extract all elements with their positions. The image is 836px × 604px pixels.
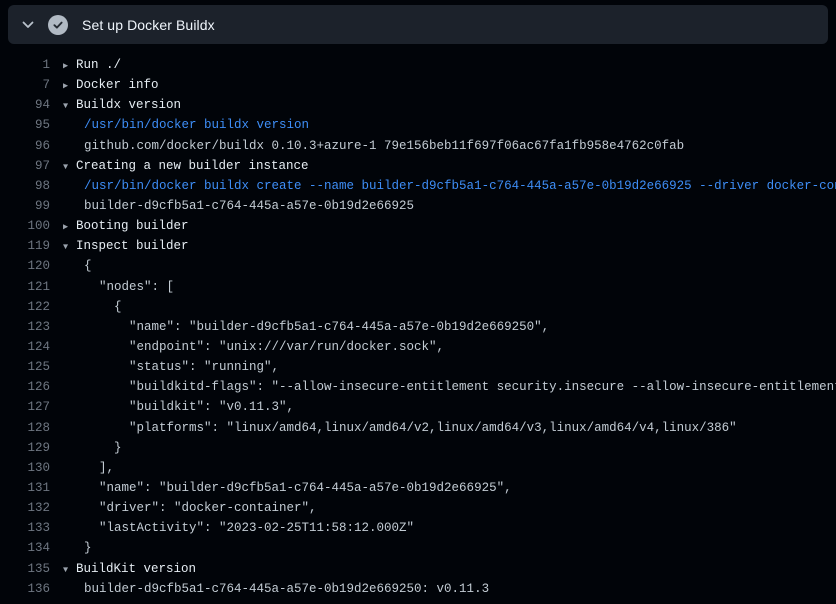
log-group-line[interactable]: 7 ▶ Docker info <box>0 75 836 95</box>
line-number[interactable]: 100 <box>0 216 50 236</box>
log-line-text: Booting builder <box>76 216 189 236</box>
log-line: 126 "buildkitd-flags": "--allow-insecure… <box>0 377 836 397</box>
log-line-text: "driver": "docker-container", <box>84 498 317 518</box>
log-line-text: Inspect builder <box>76 236 189 256</box>
step-title: Set up Docker Buildx <box>82 17 215 33</box>
triangle-collapsed-icon[interactable]: ▶ <box>63 56 76 76</box>
log-line-text: "endpoint": "unix:///var/run/docker.sock… <box>84 337 444 357</box>
log-line: 122 { <box>0 297 836 317</box>
log-line-text: "name": "builder-d9cfb5a1-c764-445a-a57e… <box>84 478 512 498</box>
triangle-collapsed-icon[interactable]: ▶ <box>63 217 76 237</box>
line-number[interactable]: 133 <box>0 518 50 538</box>
line-number[interactable]: 125 <box>0 357 50 377</box>
log-line: 123 "name": "builder-d9cfb5a1-c764-445a-… <box>0 317 836 337</box>
line-number[interactable]: 130 <box>0 458 50 478</box>
log-line-text: "status": "running", <box>84 357 279 377</box>
step-header[interactable]: Set up Docker Buildx <box>8 5 828 44</box>
chevron-down-icon[interactable] <box>20 17 36 33</box>
log-line: 136 builder-d9cfb5a1-c764-445a-a57e-0b19… <box>0 579 836 599</box>
line-number[interactable]: 129 <box>0 438 50 458</box>
triangle-collapsed-icon[interactable]: ▶ <box>63 76 76 96</box>
log-line-text: "lastActivity": "2023-02-25T11:58:12.000… <box>84 518 414 538</box>
line-number[interactable]: 134 <box>0 538 50 558</box>
log-line: 129 } <box>0 438 836 458</box>
log-line: 131 "name": "builder-d9cfb5a1-c764-445a-… <box>0 478 836 498</box>
log-group-line[interactable]: 100 ▶ Booting builder <box>0 216 836 236</box>
line-number[interactable]: 1 <box>0 55 50 75</box>
line-number[interactable]: 136 <box>0 579 50 599</box>
check-circle-icon <box>48 15 68 35</box>
log-line-text: github.com/docker/buildx 0.10.3+azure-1 … <box>84 136 684 156</box>
log-line-text: Buildx version <box>76 95 181 115</box>
line-number[interactable]: 124 <box>0 337 50 357</box>
line-number[interactable]: 97 <box>0 156 50 176</box>
line-number[interactable]: 121 <box>0 277 50 297</box>
log-line: 130 ], <box>0 458 836 478</box>
log-line: 127 "buildkit": "v0.11.3", <box>0 397 836 417</box>
line-number[interactable]: 126 <box>0 377 50 397</box>
log-line: 124 "endpoint": "unix:///var/run/docker.… <box>0 337 836 357</box>
log-line: 121 "nodes": [ <box>0 277 836 297</box>
log-line: 125 "status": "running", <box>0 357 836 377</box>
log-group-line[interactable]: 1 ▶ Run ./ <box>0 55 836 75</box>
line-number[interactable]: 127 <box>0 397 50 417</box>
line-number[interactable]: 131 <box>0 478 50 498</box>
log-line-text: } <box>84 438 122 458</box>
log-line-text: /usr/bin/docker buildx create --name bui… <box>84 176 836 196</box>
line-number[interactable]: 132 <box>0 498 50 518</box>
line-number[interactable]: 99 <box>0 196 50 216</box>
log-line-text: BuildKit version <box>76 559 196 579</box>
log-line: 96 github.com/docker/buildx 0.10.3+azure… <box>0 136 836 156</box>
log-line: 98 /usr/bin/docker buildx create --name … <box>0 176 836 196</box>
log-line-text: builder-d9cfb5a1-c764-445a-a57e-0b19d2e6… <box>84 196 414 216</box>
line-number[interactable]: 95 <box>0 115 50 135</box>
log-line: 95 /usr/bin/docker buildx version <box>0 115 836 135</box>
line-number[interactable]: 96 <box>0 136 50 156</box>
log-line-text: "name": "builder-d9cfb5a1-c764-445a-a57e… <box>84 317 549 337</box>
log-viewer: 1 ▶ Run ./ 7 ▶ Docker info 94 ▼ Buildx v… <box>0 44 836 599</box>
triangle-expanded-icon[interactable]: ▼ <box>63 157 76 177</box>
triangle-expanded-icon[interactable]: ▼ <box>63 237 76 257</box>
log-line-text: { <box>84 256 92 276</box>
line-number[interactable]: 98 <box>0 176 50 196</box>
log-group-line[interactable]: 97 ▼ Creating a new builder instance <box>0 156 836 176</box>
log-line: 128 "platforms": "linux/amd64,linux/amd6… <box>0 418 836 438</box>
log-line-text: "buildkit": "v0.11.3", <box>84 397 294 417</box>
log-line: 133 "lastActivity": "2023-02-25T11:58:12… <box>0 518 836 538</box>
line-number[interactable]: 119 <box>0 236 50 256</box>
log-line-text: builder-d9cfb5a1-c764-445a-a57e-0b19d2e6… <box>84 579 489 599</box>
log-line: 99 builder-d9cfb5a1-c764-445a-a57e-0b19d… <box>0 196 836 216</box>
log-line-text: Run ./ <box>76 55 121 75</box>
log-line-text: "nodes": [ <box>84 277 174 297</box>
line-number[interactable]: 135 <box>0 559 50 579</box>
log-line: 134 } <box>0 538 836 558</box>
line-number[interactable]: 122 <box>0 297 50 317</box>
log-group-line[interactable]: 119 ▼ Inspect builder <box>0 236 836 256</box>
line-number[interactable]: 120 <box>0 256 50 276</box>
line-number[interactable]: 128 <box>0 418 50 438</box>
log-line-text: /usr/bin/docker buildx version <box>84 115 309 135</box>
line-number[interactable]: 94 <box>0 95 50 115</box>
line-number[interactable]: 7 <box>0 75 50 95</box>
log-line-text: Docker info <box>76 75 159 95</box>
triangle-expanded-icon[interactable]: ▼ <box>63 96 76 116</box>
log-line-text: } <box>84 538 92 558</box>
log-line-text: Creating a new builder instance <box>76 156 309 176</box>
line-number[interactable]: 123 <box>0 317 50 337</box>
log-group-line[interactable]: 94 ▼ Buildx version <box>0 95 836 115</box>
log-line: 132 "driver": "docker-container", <box>0 498 836 518</box>
log-line-text: ], <box>84 458 114 478</box>
log-line: 120 { <box>0 256 836 276</box>
log-group-line[interactable]: 135 ▼ BuildKit version <box>0 559 836 579</box>
log-line-text: "buildkitd-flags": "--allow-insecure-ent… <box>84 377 836 397</box>
triangle-expanded-icon[interactable]: ▼ <box>63 560 76 580</box>
log-line-text: { <box>84 297 122 317</box>
log-line-text: "platforms": "linux/amd64,linux/amd64/v2… <box>84 418 737 438</box>
